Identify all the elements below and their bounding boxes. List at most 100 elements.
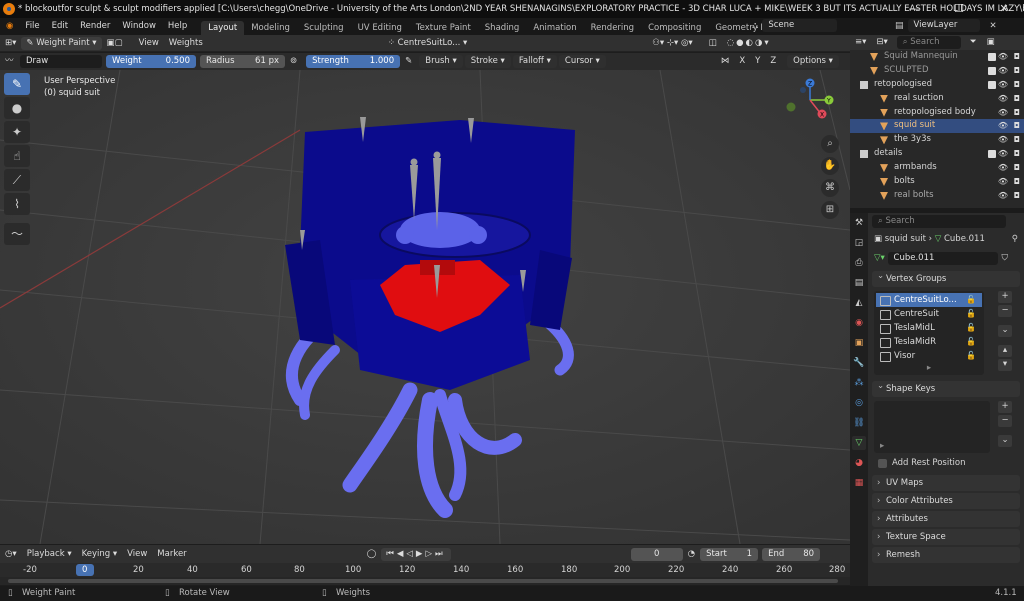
keying-menu[interactable]: Keying ▾ (77, 548, 123, 561)
3d-viewport[interactable] (0, 70, 850, 544)
eye-icon[interactable]: 👁 (998, 189, 1008, 203)
scene-tab-icon[interactable]: ◭ (852, 296, 866, 310)
eye-icon[interactable]: 👁 (998, 119, 1008, 133)
vertex-group-item[interactable]: Visor 🔓 (876, 349, 982, 363)
mesh-datablock-icon[interactable]: ▽▾ (874, 253, 888, 263)
xray-toggle[interactable]: ◫ (704, 37, 722, 50)
view-layer-tab-icon[interactable]: ▤ (852, 276, 866, 290)
tab-sculpting[interactable]: Sculpting (297, 21, 351, 35)
camera-icon[interactable]: ◘ (1014, 147, 1020, 161)
vertex-group-item[interactable]: TeslaMidL 🔓 (876, 321, 982, 335)
radius-pressure-icon[interactable]: ⊚ (285, 55, 302, 68)
weight-field[interactable]: Weight 0.500 (106, 55, 196, 68)
eye-icon[interactable]: 👁 (998, 161, 1008, 175)
camera-icon[interactable]: ◘ (1014, 78, 1020, 92)
zoom-icon[interactable]: ⌕ (821, 135, 839, 153)
data-tab-icon[interactable]: ▽ (852, 436, 866, 450)
close-button[interactable]: ✕ (984, 0, 1024, 18)
material-tab-icon[interactable]: ◕ (852, 456, 866, 470)
marker-menu[interactable]: Marker (152, 548, 191, 561)
remove-group-button[interactable]: − (998, 305, 1012, 317)
timeline-view-menu[interactable]: View (122, 548, 152, 561)
vertex-group-item[interactable]: TeslaMidR 🔓 (876, 335, 982, 349)
outliner-row[interactable]: armbands 👁 ◘ (850, 161, 1024, 175)
outliner-search[interactable]: ⌕ Search (896, 36, 961, 49)
strength-pressure-icon[interactable]: ✎ (400, 55, 417, 68)
end-frame-field[interactable]: End 80 (762, 547, 821, 561)
timeline-editor-icon[interactable]: ◷▾ (0, 548, 22, 561)
brush-dropdown[interactable]: Brush ▾ (419, 55, 463, 68)
outliner-editor-icon[interactable]: ≡▾ (850, 36, 871, 49)
minimize-button[interactable]: — (894, 0, 934, 18)
timeline-ruler[interactable]: -20 0 20 40 60 80 100 120 140 160 180 20… (0, 563, 850, 577)
shape-key-specials-button[interactable]: ⌄ (998, 435, 1012, 447)
eye-icon[interactable]: 👁 (998, 106, 1008, 120)
tab-animation[interactable]: Animation (526, 21, 583, 35)
sample-weight-tool-icon[interactable]: ⌇ (4, 193, 30, 215)
outliner-row[interactable]: Squid Mannequin 👁 ◘ (850, 50, 1024, 64)
view-layer-close-icon[interactable]: ✕ (990, 21, 997, 31)
object-tab-icon[interactable]: ▣ (852, 336, 866, 350)
modifiers-tab-icon[interactable]: 🔧 (852, 356, 866, 370)
add-rest-position-row[interactable]: Add Rest Position (868, 455, 1024, 471)
axis-x-toggle[interactable]: X (734, 55, 750, 68)
remove-shape-key-button[interactable]: − (998, 415, 1012, 427)
eye-icon[interactable]: 👁 (998, 50, 1008, 64)
lock-icon[interactable]: 🔓 (966, 307, 976, 321)
clock-icon[interactable]: ◔ (683, 548, 700, 561)
checkbox[interactable] (988, 66, 996, 75)
camera-icon[interactable]: ◘ (1014, 133, 1020, 147)
brush-preview-icon[interactable]: 〰 (0, 55, 20, 68)
outliner-row[interactable]: the 3y3s 👁 ◘ (850, 133, 1024, 147)
group-specials-button[interactable]: ⌄ (998, 325, 1012, 337)
camera-icon[interactable]: ◘ (1014, 189, 1020, 203)
lock-icon[interactable]: 🔓 (966, 321, 976, 335)
view-layer-name[interactable]: ViewLayer (907, 19, 980, 32)
tab-shading[interactable]: Shading (478, 21, 527, 35)
eye-icon[interactable]: 👁 (998, 133, 1008, 147)
mode-dropdown[interactable]: ✎ Weight Paint ▾ (21, 36, 102, 50)
options-dropdown[interactable]: Options ▾ (787, 55, 839, 68)
tab-texture-paint[interactable]: Texture Paint (409, 21, 478, 35)
viewport-gizmo-toggles[interactable]: ⚇▾ ⊹▾ ◎▾ (647, 37, 697, 50)
camera-icon[interactable]: ◘ (1014, 106, 1020, 120)
outliner-row[interactable]: SCULPTED 👁 ◘ (850, 64, 1024, 78)
playback-menu[interactable]: Playback ▾ (22, 548, 77, 561)
move-down-button[interactable]: ▾ (998, 359, 1012, 371)
current-frame-field[interactable]: 0 (630, 547, 683, 561)
remesh-panel-header[interactable]: Remesh (872, 547, 1020, 563)
scene-selector[interactable]: ⛬ Scene (752, 19, 838, 32)
eye-icon[interactable]: 👁 (998, 92, 1008, 106)
eye-icon[interactable]: 👁 (998, 78, 1008, 92)
axis-y-toggle[interactable]: Y (750, 55, 765, 68)
strength-field[interactable]: Strength 1.000 (306, 55, 401, 68)
menu-render[interactable]: Render (74, 18, 116, 35)
scene-name[interactable]: Scene (762, 19, 838, 32)
record-button[interactable]: ◯ (362, 548, 382, 561)
properties-search-input[interactable]: Search (885, 215, 914, 228)
blender-menu-icon[interactable]: ◉ (0, 18, 19, 35)
checkbox[interactable] (988, 53, 996, 61)
outliner-row[interactable]: details 👁 ◘ (850, 147, 1024, 161)
annotate-tool-icon[interactable]: 〜 (4, 223, 30, 245)
navigation-gizmo[interactable]: Z Y X (783, 78, 843, 123)
toggle-icons[interactable]: ▣▢ (102, 37, 128, 50)
shading-modes[interactable]: ◌●◐◑▾ (722, 37, 776, 50)
outliner-row[interactable]: retopologised body 👁 ◘ (850, 106, 1024, 120)
outliner-row-selected[interactable]: squid suit 👁 ◘ (850, 119, 1024, 134)
timeline-scrollbar[interactable] (0, 577, 850, 585)
move-up-button[interactable]: ▴ (998, 345, 1012, 357)
tab-compositing[interactable]: Compositing (641, 21, 708, 35)
vertex-group-list[interactable]: CentreSuitLo... 🔓 CentreSuit 🔓 TeslaMidL 🔓 … (874, 291, 984, 375)
attributes-panel-header[interactable]: Attributes (872, 511, 1020, 527)
menu-help[interactable]: Help (162, 18, 193, 35)
start-frame-field[interactable]: Start 1 (700, 547, 759, 561)
list-resize-handle[interactable]: ▸ (876, 363, 982, 373)
outliner-row[interactable]: real suction 👁 ◘ (850, 92, 1024, 106)
list-resize-handle[interactable]: ▸ (880, 441, 884, 451)
camera-icon[interactable]: ◘ (1014, 161, 1020, 175)
gradient-tool-icon[interactable]: ⟋ (4, 169, 30, 191)
constraints-tab-icon[interactable]: ⛓ (852, 416, 866, 430)
vertex-groups-panel-header[interactable]: Vertex Groups (872, 268, 1020, 287)
axis-z-toggle[interactable]: Z (765, 55, 781, 68)
